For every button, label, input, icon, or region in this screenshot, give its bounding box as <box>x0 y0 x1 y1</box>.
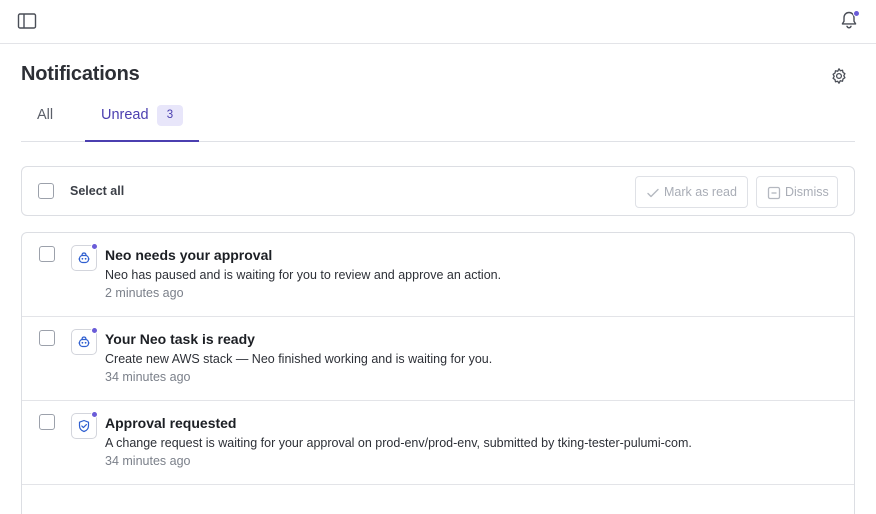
notification-tabs: All Unread 3 <box>21 88 855 142</box>
unread-dot <box>91 327 98 334</box>
gear-icon[interactable] <box>830 67 848 85</box>
sidebar-toggle-icon[interactable] <box>17 12 37 30</box>
dismiss-button[interactable]: Dismiss <box>756 176 838 208</box>
notification-time: 34 minutes ago <box>105 370 191 384</box>
notification-checkbox[interactable] <box>39 330 55 346</box>
notification-title: Approval requested <box>105 415 237 431</box>
tab-all-label: All <box>37 107 54 123</box>
notification-indicator-dot <box>853 10 860 17</box>
notification-item[interactable]: Approval requested A change request is w… <box>22 401 854 485</box>
page-title: Notifications <box>21 63 140 85</box>
select-all-label: Select all <box>70 184 125 198</box>
tab-unread-label: Unread <box>101 107 149 123</box>
notification-title: Your Neo task is ready <box>105 331 255 347</box>
notification-body: Neo has paused and is waiting for you to… <box>105 268 502 282</box>
bulk-actions-bar: Select all Mark as read Dismiss <box>21 166 855 216</box>
notification-checkbox[interactable] <box>39 246 55 262</box>
mark-as-read-label: Mark as read <box>664 185 737 199</box>
unread-dot <box>91 243 98 250</box>
top-bar <box>0 0 876 44</box>
select-all-checkbox[interactable] <box>38 183 54 199</box>
notification-checkbox[interactable] <box>39 414 55 430</box>
tab-unread[interactable]: Unread 3 <box>85 88 199 142</box>
notification-title: Neo needs your approval <box>105 247 273 263</box>
notification-item[interactable]: Your Neo task is ready Create new AWS st… <box>22 317 854 401</box>
notification-time: 2 minutes ago <box>105 286 184 300</box>
notification-time: 34 minutes ago <box>105 454 191 468</box>
notification-list: Neo needs your approval Neo has paused a… <box>21 232 855 514</box>
check-icon <box>647 188 659 198</box>
unread-count-badge: 3 <box>157 105 183 126</box>
notification-item[interactable]: Neo needs your approval Neo has paused a… <box>22 233 854 317</box>
dismiss-label: Dismiss <box>785 185 829 199</box>
notification-body: Create new AWS stack — Neo finished work… <box>105 352 493 366</box>
tab-all[interactable]: All <box>21 88 69 141</box>
unread-dot <box>91 411 98 418</box>
notification-body: A change request is waiting for your app… <box>105 436 692 450</box>
mark-as-read-button[interactable]: Mark as read <box>635 176 748 208</box>
dismiss-icon <box>767 186 781 200</box>
